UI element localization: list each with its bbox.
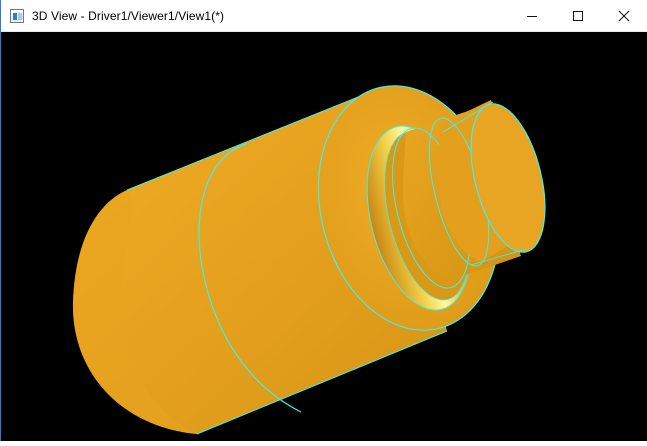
3d-model-render — [72, 85, 546, 435]
window-controls — [509, 0, 647, 31]
app-window: 3D View - Driver1/Viewer1/View1(*) — [0, 0, 647, 441]
app-icon — [10, 8, 24, 23]
close-button[interactable] — [601, 0, 647, 31]
maximize-button[interactable] — [555, 0, 601, 31]
close-icon — [618, 10, 630, 21]
minimize-button[interactable] — [509, 0, 555, 31]
maximize-icon — [573, 10, 583, 21]
3d-viewport[interactable] — [1, 32, 647, 441]
title-bar[interactable]: 3D View - Driver1/Viewer1/View1(*) — [1, 0, 647, 32]
window-title: 3D View - Driver1/Viewer1/View1(*) — [32, 8, 225, 23]
minimize-icon — [527, 15, 537, 17]
